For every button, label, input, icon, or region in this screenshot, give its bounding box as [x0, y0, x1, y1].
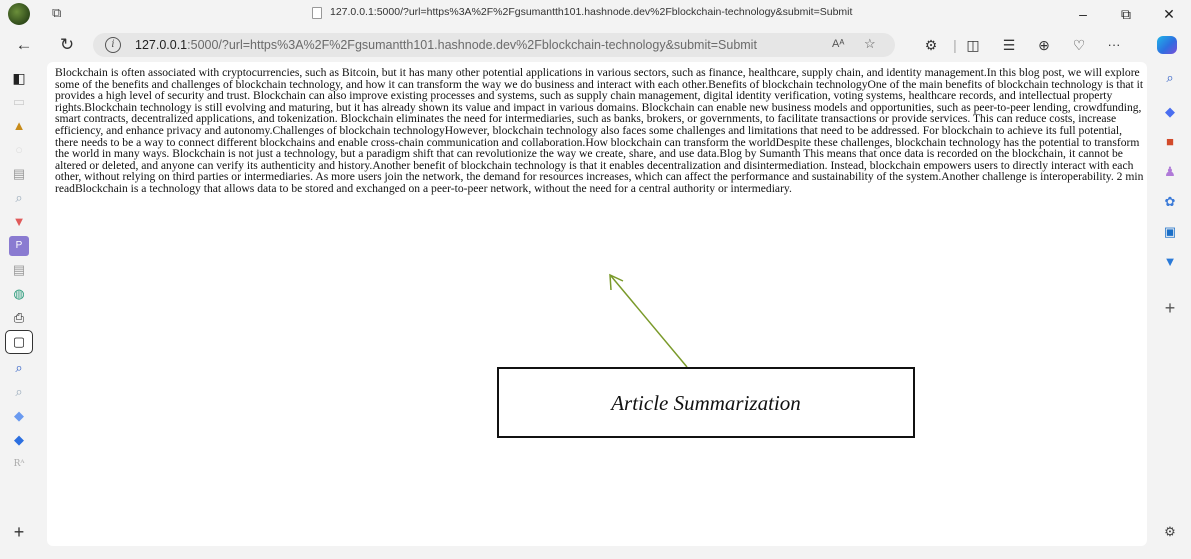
outlook-icon[interactable]: ▣ [1160, 222, 1180, 242]
collections-icon[interactable]: ⊕ [1033, 35, 1055, 55]
active-tab-icon[interactable]: ▢ [5, 330, 33, 354]
microsoft365-icon[interactable]: ✿ [1160, 192, 1180, 212]
games-icon[interactable]: ♟ [1160, 162, 1180, 182]
window-title: 127.0.0.1:5000/?url=https%3A%2F%2Fgsuman… [330, 6, 853, 18]
minimize-button[interactable]: – [1068, 3, 1098, 25]
favorites-icon[interactable]: ☰ [998, 35, 1020, 55]
annotation-label: Article Summarization [611, 391, 801, 415]
add-sidebar-app-icon[interactable]: + [1160, 298, 1180, 318]
shopping-tag-icon[interactable]: ◆ [1160, 102, 1180, 122]
browser-essentials-icon[interactable]: ♡ [1068, 35, 1090, 55]
info-icon[interactable]: i [105, 37, 121, 53]
tab-faded-icon[interactable]: ▭ [9, 92, 29, 112]
tab-search-faded-icon[interactable]: ⌕ [9, 382, 29, 402]
tab-vue-icon[interactable]: ▼ [9, 212, 29, 232]
tab-search-icon[interactable]: ⌕ [9, 188, 29, 208]
url-path: :5000/?url=https%3A%2F%2Fgsumantth101.ha… [187, 38, 757, 52]
copilot-icon[interactable] [1157, 36, 1177, 54]
profile-avatar[interactable] [8, 3, 30, 25]
page-favicon-icon [312, 7, 322, 19]
back-arrow-icon[interactable]: ← [12, 34, 36, 56]
star-icon[interactable]: ☆ [864, 36, 876, 52]
new-tab-plus-icon[interactable]: + [9, 522, 29, 542]
refresh-icon[interactable]: ↻ [55, 34, 79, 56]
tab-search-blue-icon[interactable]: ⌕ [9, 358, 29, 378]
url-host: 127.0.0.1 [135, 38, 188, 52]
tab-actions-icon[interactable]: ⧉ [52, 6, 66, 20]
address-bar[interactable]: i 127.0.0.1:5000/?url=https%3A%2F%2Fgsum… [93, 33, 895, 57]
address-url[interactable]: 127.0.0.1:5000/?url=https%3A%2F%2Fgsuman… [135, 38, 757, 52]
tab-r-icon[interactable]: Rᴬ [9, 454, 29, 474]
tab-gem-dark-icon[interactable]: ◆ [9, 430, 29, 450]
annotation-box: Article Summarization [497, 367, 915, 438]
tab-gem-icon[interactable]: ◆ [9, 406, 29, 426]
left-sidebar: ◧ ▭ ▲ ○ ▤ ⌕ ▼ P ▤ ◍ ⎙ ▢ ⌕ ⌕ ◆ ◆ Rᴬ + [0, 62, 40, 559]
tab-blank-icon[interactable]: ○ [9, 140, 29, 160]
restore-button[interactable]: ⧉ [1111, 3, 1141, 25]
tab-audio-icon[interactable]: ⎙ [9, 308, 29, 328]
right-sidebar: ⌕ ◆ ■ ♟ ✿ ▣ ▼ + ⚙ [1149, 62, 1191, 559]
split-screen-icon[interactable]: ◫ [962, 35, 984, 55]
tab-chatgpt-icon[interactable]: ◍ [9, 284, 29, 304]
drop-icon[interactable]: ▼ [1160, 252, 1180, 272]
article-text: Blockchain is often associated with cryp… [55, 66, 1144, 195]
tab-doc-icon[interactable]: ▤ [9, 260, 29, 280]
read-aloud-icon[interactable]: Aᴬ [832, 38, 844, 50]
tab-site-icon[interactable]: ▲ [9, 116, 29, 136]
tools-briefcase-icon[interactable]: ■ [1160, 132, 1180, 152]
vertical-tabs-icon[interactable]: ◧ [9, 68, 29, 88]
tab-page-icon[interactable]: ▤ [9, 164, 29, 184]
search-icon[interactable]: ⌕ [1160, 68, 1180, 88]
close-window-button[interactable]: ✕ [1154, 3, 1184, 25]
extensions-icon[interactable]: ⚙ [920, 35, 942, 55]
title-bar: ⧉ 127.0.0.1:5000/?url=https%3A%2F%2Fgsum… [0, 0, 1191, 28]
tab-p-icon[interactable]: P [9, 236, 29, 256]
gear-icon[interactable]: ⚙ [1160, 522, 1180, 542]
page-content: Blockchain is often associated with cryp… [47, 62, 1147, 546]
browser-toolbar: ← ↻ i 127.0.0.1:5000/?url=https%3A%2F%2F… [0, 28, 1191, 62]
more-menu-button[interactable]: ··· [1103, 35, 1125, 55]
